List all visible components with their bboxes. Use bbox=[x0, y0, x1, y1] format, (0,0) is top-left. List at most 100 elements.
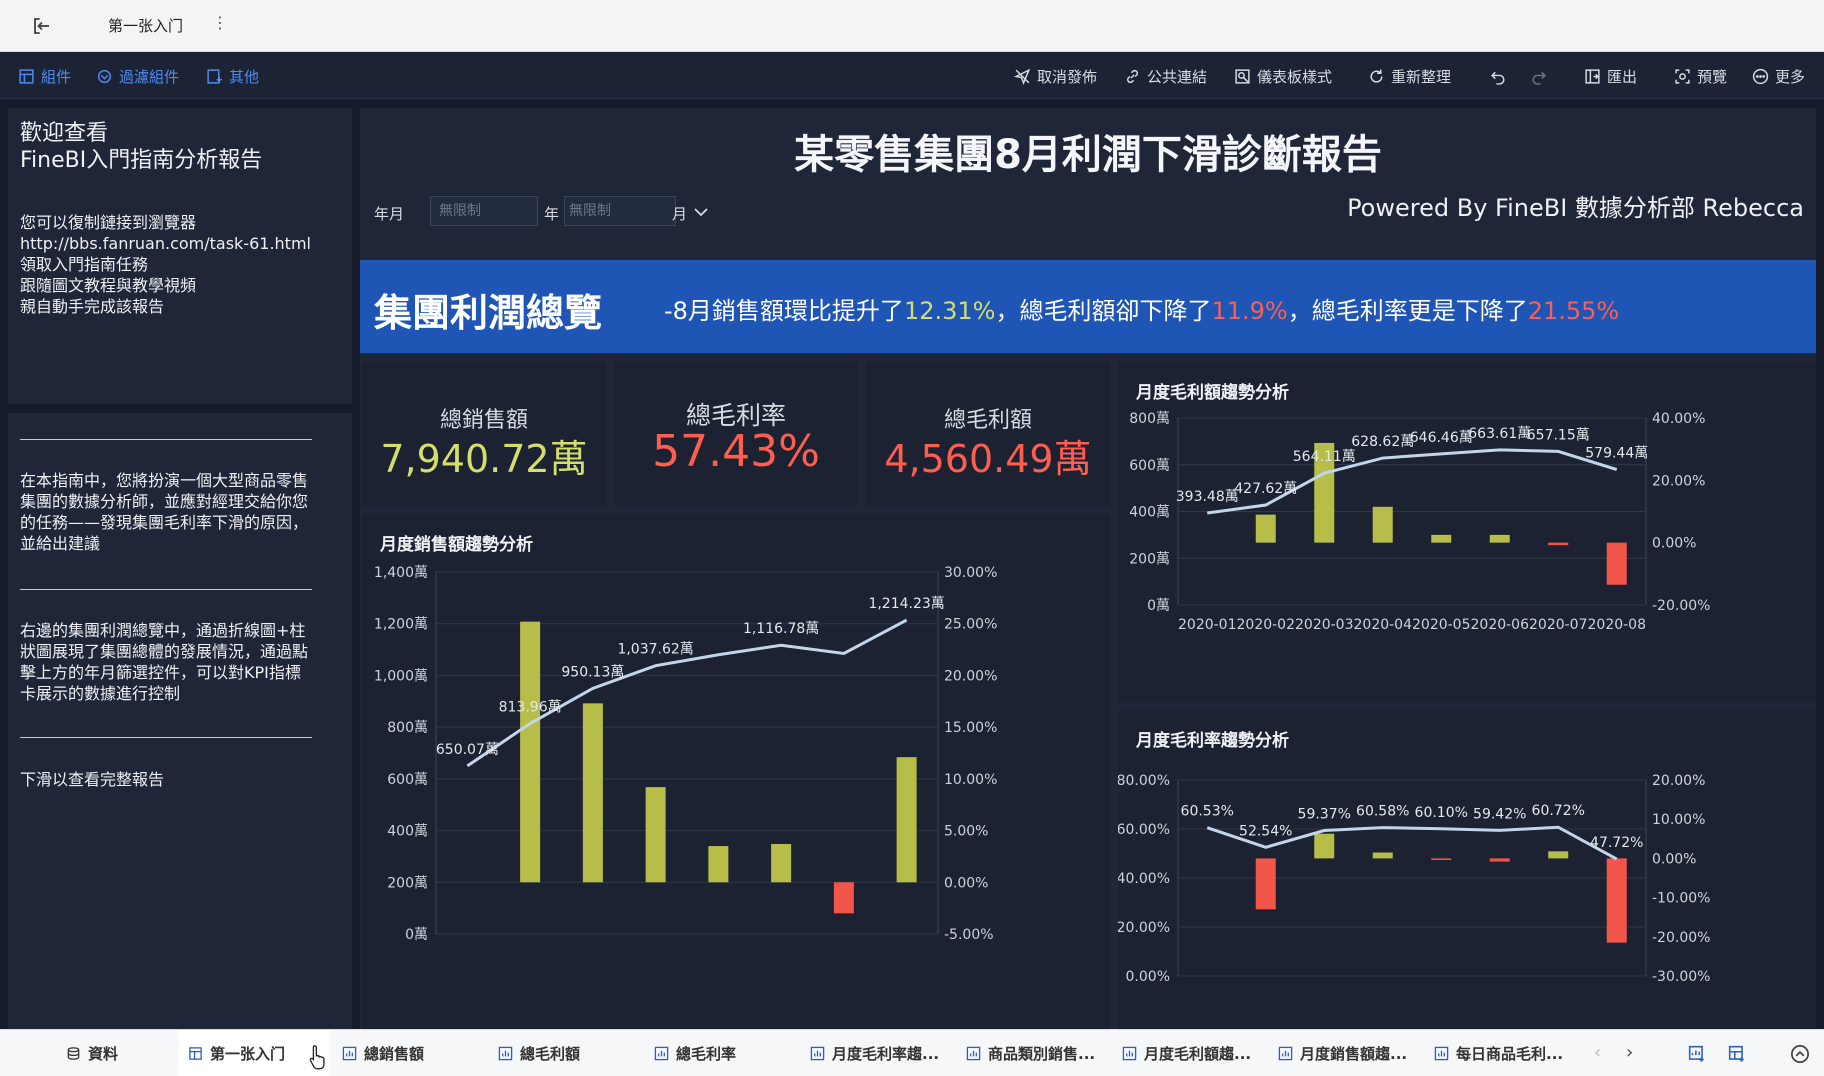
y-left-tick-label: 60.00% bbox=[1118, 822, 1170, 838]
month-select[interactable]: 無限制 bbox=[564, 196, 676, 226]
dashboard-style-button[interactable]: 儀表板樣式 bbox=[1234, 53, 1332, 99]
collapse-up-icon[interactable] bbox=[1790, 1044, 1810, 1064]
y-right-tick-label: 0.00% bbox=[1652, 851, 1696, 867]
chart-icon bbox=[342, 1046, 357, 1061]
y-left-tick-label: 400萬 bbox=[1129, 505, 1170, 521]
bar-2020-07 bbox=[1548, 542, 1569, 546]
x-tick-label: 2020-05 bbox=[1412, 617, 1471, 633]
filter-component-icon bbox=[97, 69, 112, 83]
y-right-tick-label: -20.00% bbox=[1652, 930, 1710, 946]
profit-overview-banner: 集團利潤總覽 -8月銷售額環比提升了12.31%，總毛利額卻下降了11.9%，總… bbox=[360, 260, 1816, 353]
monthly-sales-chart-svg: 0萬 200萬 400萬 600萬 800萬 1,000萬 1,200萬 1,400萬 -5.0… bbox=[374, 565, 997, 943]
monthly-gross-profit-chart[interactable]: 月度毛利額趨勢分析 0萬 200萬 400萬 600萬 800萬 -20.00% 0.00%… bbox=[1118, 362, 1816, 702]
preview-button[interactable]: 預覽 bbox=[1674, 53, 1727, 99]
y-left-tick-label: 200萬 bbox=[1129, 551, 1170, 567]
y-right-tick-label: 0.00% bbox=[1652, 536, 1696, 552]
dashboard-style-icon bbox=[1235, 68, 1250, 84]
exit-icon[interactable] bbox=[28, 12, 56, 40]
data-label: 60.72% bbox=[1532, 803, 1585, 819]
other-button[interactable]: 其他 bbox=[206, 53, 259, 99]
undo-button[interactable] bbox=[1490, 53, 1507, 99]
data-label: 628.62萬 bbox=[1351, 434, 1414, 450]
bar-2020-06 bbox=[1489, 534, 1510, 543]
kpi-total-sales[interactable]: 總銷售額 7,940.72萬 bbox=[362, 362, 606, 506]
year-suffix: 年 bbox=[544, 205, 560, 223]
scroll-hint: 下滑以查看完整報告 bbox=[20, 770, 165, 789]
redo-button[interactable] bbox=[1530, 53, 1547, 99]
monthly-sales-chart[interactable]: 月度銷售額趨勢分析 0萬 200萬 400萬 600萬 800萬 1,000萬 1,200萬… bbox=[362, 514, 1110, 1029]
tab-scroll-left-icon[interactable]: ‹ bbox=[1594, 1042, 1601, 1063]
redo-icon bbox=[1532, 71, 1546, 85]
data-label: 59.37% bbox=[1298, 807, 1351, 823]
tab-daily-product-margin[interactable]: 每日商品毛利... bbox=[1434, 1030, 1563, 1076]
guide-text: 在本指南中，您將扮演一個大型商品零售 bbox=[20, 471, 309, 490]
intro-link: http://bbs.fanruan.com/task-61.html bbox=[20, 234, 311, 253]
intro-line: 親自動手完成該報告 bbox=[20, 297, 165, 316]
y-right-tick-label: 30.00% bbox=[944, 565, 997, 581]
x-tick-label: 2020-03 bbox=[1295, 617, 1354, 633]
data-label: 564.11萬 bbox=[1293, 449, 1356, 465]
bar-2020-02 bbox=[1255, 858, 1276, 910]
tab-total-margin-rate[interactable]: 總毛利率 bbox=[654, 1030, 736, 1076]
refresh-button[interactable]: 重新整理 bbox=[1368, 53, 1451, 99]
intro-line: 領取入門指南任務 bbox=[20, 255, 149, 274]
chevron-down-icon[interactable] bbox=[694, 207, 708, 217]
y-right-tick-label: 20.00% bbox=[1652, 473, 1705, 489]
tab-total-gross-profit[interactable]: 總毛利額 bbox=[498, 1030, 580, 1076]
unpublish-button[interactable]: 取消發佈 bbox=[1014, 53, 1097, 99]
preview-icon bbox=[1675, 68, 1690, 84]
add-component-icon[interactable] bbox=[1728, 1045, 1746, 1063]
mouse-cursor-icon bbox=[309, 1045, 325, 1070]
kpi-gross-margin-rate[interactable]: 總毛利率 57.43% bbox=[614, 362, 858, 506]
year-select[interactable]: 無限制 bbox=[430, 196, 538, 226]
bar-2020-02 bbox=[520, 621, 541, 883]
chart-icon bbox=[810, 1046, 825, 1061]
tab-category-sales[interactable]: 商品類別銷售... bbox=[966, 1030, 1095, 1076]
y-right-tick-label: 10.00% bbox=[944, 772, 997, 788]
y-left-tick-label: 0萬 bbox=[1147, 598, 1170, 614]
component-button[interactable]: 組件 bbox=[18, 53, 71, 99]
x-tick-label: 2020-07 bbox=[1529, 617, 1588, 633]
report-title: 某零售集團8月利潤下滑診斷報告 bbox=[794, 132, 1382, 178]
tab-data[interactable]: 資料 bbox=[58, 1030, 126, 1076]
y-right-tick-label: 20.00% bbox=[1652, 773, 1705, 789]
y-left-tick-label: 80.00% bbox=[1118, 773, 1170, 789]
bar-2020-02 bbox=[1255, 514, 1276, 543]
data-label: 650.07萬 bbox=[436, 742, 499, 758]
divider bbox=[20, 737, 312, 738]
dashboard-tab-title[interactable]: 第一张入门 bbox=[108, 15, 183, 36]
data-label: 663.61萬 bbox=[1468, 426, 1531, 442]
add-dashboard-icon[interactable] bbox=[1688, 1045, 1706, 1063]
bar-2020-05 bbox=[1431, 534, 1452, 543]
tab-monthly-margin-trend[interactable]: 月度毛利率趨... bbox=[810, 1030, 939, 1076]
chart-icon bbox=[966, 1046, 981, 1061]
monthly-gross-margin-chart[interactable]: 月度毛利率趨勢分析 0.00% 20.00% 40.00% 60.00% 80.00% -… bbox=[1118, 710, 1816, 1029]
kpi-gross-profit[interactable]: 總毛利額 4,560.49萬 bbox=[866, 362, 1110, 506]
welcome-heading-2: FineBI入門指南分析報告 bbox=[20, 148, 263, 173]
bar-2020-04 bbox=[645, 787, 666, 883]
export-button[interactable]: 匯出 bbox=[1584, 53, 1637, 99]
divider bbox=[20, 439, 312, 440]
monthly-gross-margin-chart-svg: 0.00% 20.00% 40.00% 60.00% 80.00% -30.00% -20.… bbox=[1118, 773, 1710, 985]
more-button[interactable]: 更多 bbox=[1752, 53, 1805, 99]
filter-component-button[interactable]: 過濾組件 bbox=[96, 53, 179, 99]
bar-2020-08 bbox=[896, 757, 917, 883]
powered-by: Powered By FineBI 數據分析部 Rebecca bbox=[1347, 194, 1804, 222]
intro-line: 跟隨圖文教程與教學視頻 bbox=[20, 276, 197, 295]
y-left-tick-label: 1,400萬 bbox=[374, 565, 428, 581]
intro-line: 您可以復制鏈接到瀏覽器 bbox=[20, 213, 197, 232]
data-label: 59.42% bbox=[1473, 806, 1526, 822]
tab-monthly-sales-trend[interactable]: 月度銷售額趨... bbox=[1278, 1030, 1407, 1076]
bar-2020-07 bbox=[833, 882, 854, 914]
y-left-tick-label: 1,000萬 bbox=[374, 668, 428, 684]
more-vertical-icon[interactable]: ⋮ bbox=[212, 13, 228, 32]
tab-scroll-right-icon[interactable]: › bbox=[1626, 1042, 1633, 1063]
tab-total-sales[interactable]: 總銷售額 bbox=[342, 1030, 424, 1076]
month-suffix: 月 bbox=[672, 205, 688, 223]
public-link-button[interactable]: 公共連結 bbox=[1124, 53, 1207, 99]
data-label: 813.96萬 bbox=[499, 700, 562, 716]
y-left-tick-label: 800萬 bbox=[387, 720, 428, 736]
link-icon bbox=[1127, 69, 1138, 83]
tab-monthly-profit-trend[interactable]: 月度毛利額趨... bbox=[1122, 1030, 1251, 1076]
bar-2020-03 bbox=[1314, 833, 1335, 859]
